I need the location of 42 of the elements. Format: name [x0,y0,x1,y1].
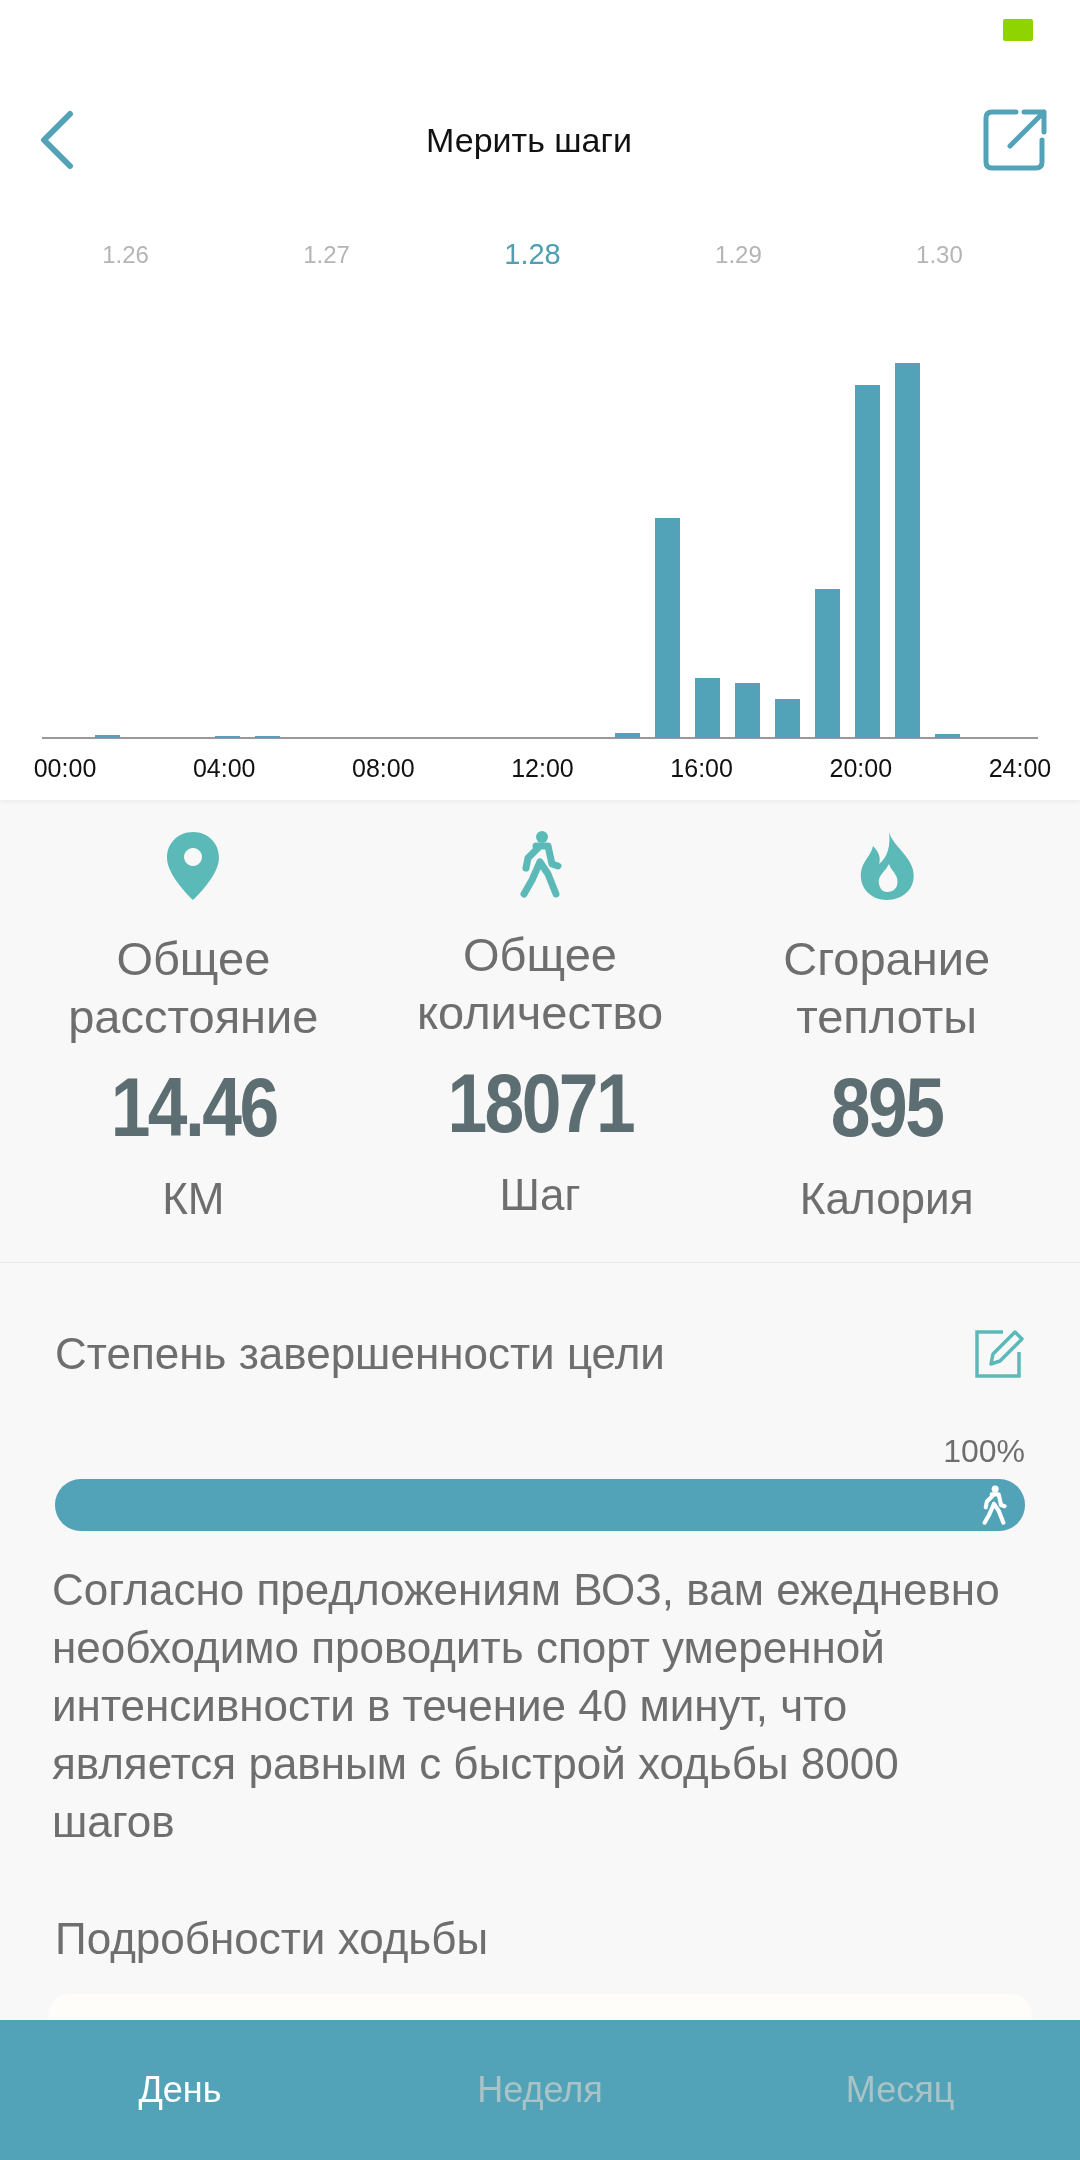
date-tab[interactable]: 1.26 [102,237,149,273]
edit-icon[interactable] [973,1327,1025,1380]
axis-label: 24:00 [987,753,1053,784]
date-tab[interactable]: 1.30 [916,237,963,273]
bar [615,733,640,738]
back-icon[interactable] [38,110,76,170]
axis-label: 04:00 [191,753,257,784]
section-title: Подробности ходьбы [54,1912,490,1965]
walking-person-icon [518,829,562,898]
stat-value: 14.46 [110,1061,277,1152]
stat-unit: Калория [799,1172,974,1225]
goal-title: Степень завершенности цели [55,1327,665,1380]
stat-label: Общее расстояние [67,930,320,1045]
bar [95,735,120,738]
axis-label: 16:00 [669,753,734,784]
share-icon[interactable] [982,106,1050,174]
axis-label: 20:00 [828,753,894,784]
bar [735,683,760,738]
battery-icon [1003,19,1033,41]
date-tab[interactable]: 1.29 [715,237,762,273]
stat-label: Сгорание теплоты [782,930,992,1045]
bottom-tab[interactable]: День [0,2053,360,2127]
axis-label: 08:00 [351,753,416,784]
stat-value: 895 [830,1061,943,1152]
bar [775,699,800,738]
stat-unit: Шаг [499,1168,581,1221]
goal-note: Согласно предложениям ВОЗ, вам ежедневно необходимо проводить спорт умеренной интенсивности в течение 40 минут, что является равным с быстрой ходьбы 8000 шагов [52,1563,1001,1848]
bar [695,678,720,738]
axis-label: 00:00 [32,753,98,784]
goal-percent: 100% [942,1431,1025,1471]
location-pin-icon [165,829,222,902]
walking-person-icon [981,1484,1007,1525]
screen-title: Мерить шаги [426,119,632,161]
stat-unit: КМ [162,1172,225,1225]
stat-value: 18071 [447,1057,633,1148]
date-tab[interactable]: 1.27 [303,237,350,273]
bottom-tab[interactable]: Неделя [360,2053,720,2127]
bar [935,734,960,738]
axis-label: 12:00 [510,753,575,784]
date-tab[interactable]: 1.28 [504,233,561,277]
stat-label: Общее количество [415,926,665,1041]
bottom-tab[interactable]: Месяц [720,2053,1080,2127]
